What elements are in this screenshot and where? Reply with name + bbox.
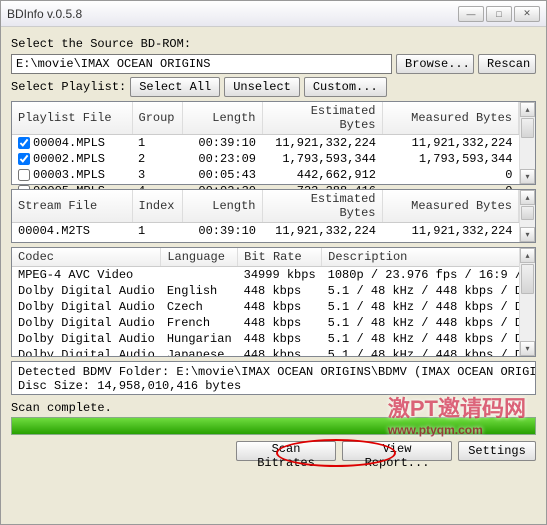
scan-bitrates-button[interactable]: Scan Bitrates (236, 441, 336, 461)
col-length[interactable]: Length (182, 102, 262, 135)
codec-panel: Codec Language Bit Rate Description MPEG… (11, 247, 536, 357)
table-row[interactable]: 00002.MPLS200:23:091,793,593,3441,793,59… (12, 151, 519, 167)
col-lang[interactable]: Language (161, 248, 238, 267)
table-row[interactable]: Dolby Digital AudioEnglish448 kbps5.1 / … (12, 283, 536, 299)
scan-status: Scan complete. (11, 401, 112, 415)
col-meas[interactable]: Measured Bytes (382, 102, 519, 135)
progress-bar (11, 417, 536, 435)
maximize-button[interactable]: □ (486, 6, 512, 22)
col-st-est[interactable]: Estimated Bytes (262, 190, 382, 223)
playlist-checkbox[interactable] (18, 153, 30, 165)
client-area: Select the Source BD-ROM: Browse... Resc… (1, 27, 546, 467)
unselect-button[interactable]: Unselect (224, 77, 300, 97)
stream-panel: Stream File Index Length Estimated Bytes… (11, 189, 536, 243)
close-button[interactable]: ✕ (514, 6, 540, 22)
col-desc[interactable]: Description (322, 248, 536, 267)
codec-table[interactable]: Codec Language Bit Rate Description MPEG… (12, 248, 536, 357)
col-group[interactable]: Group (132, 102, 182, 135)
info-box: Detected BDMV Folder: E:\movie\IMAX OCEA… (11, 361, 536, 395)
stream-scrollbar[interactable]: ▴▾ (519, 190, 535, 242)
playlist-scrollbar[interactable]: ▴▾ (519, 102, 535, 184)
table-row[interactable]: Dolby Digital AudioHungarian448 kbps5.1 … (12, 331, 536, 347)
view-report-button[interactable]: View Report... (342, 441, 452, 461)
col-est[interactable]: Estimated Bytes (262, 102, 382, 135)
playlist-checkbox[interactable] (18, 137, 30, 149)
disc-size: Disc Size: 14,958,010,416 bytes (18, 379, 241, 393)
progress-fill (12, 418, 535, 434)
table-row[interactable]: 00004.M2TS100:39:1011,921,332,22411,921,… (12, 223, 519, 240)
custom-button[interactable]: Custom... (304, 77, 387, 97)
detected-folder: Detected BDMV Folder: E:\movie\IMAX OCEA… (18, 365, 536, 379)
app-window: BDInfo v.0.5.8 — □ ✕ Select the Source B… (0, 0, 547, 525)
table-row[interactable]: 00004.MPLS100:39:1011,921,332,22411,921,… (12, 135, 519, 152)
source-path-input[interactable] (11, 54, 392, 74)
table-row[interactable]: Dolby Digital AudioFrench448 kbps5.1 / 4… (12, 315, 536, 331)
window-title: BDInfo v.0.5.8 (7, 7, 456, 21)
select-playlist-label: Select Playlist: (11, 80, 126, 94)
col-codec[interactable]: Codec (12, 248, 161, 267)
table-row[interactable]: MPEG-4 AVC Video34999 kbps1080p / 23.976… (12, 267, 536, 284)
col-st-meas[interactable]: Measured Bytes (382, 190, 519, 223)
playlist-table[interactable]: Playlist File Group Length Estimated Byt… (12, 102, 519, 199)
col-index[interactable]: Index (132, 190, 182, 223)
col-playlist-file[interactable]: Playlist File (12, 102, 132, 135)
settings-button[interactable]: Settings (458, 441, 536, 461)
col-st-length[interactable]: Length (182, 190, 262, 223)
table-row[interactable]: 00003.MPLS300:05:43442,662,9120 (12, 167, 519, 183)
browse-button[interactable]: Browse... (396, 54, 474, 74)
select-all-button[interactable]: Select All (130, 77, 220, 97)
rescan-button[interactable]: Rescan (478, 54, 536, 74)
stream-table[interactable]: Stream File Index Length Estimated Bytes… (12, 190, 519, 239)
minimize-button[interactable]: — (458, 6, 484, 22)
playlist-checkbox[interactable] (18, 169, 30, 181)
codec-scrollbar[interactable]: ▴▾ (519, 248, 535, 356)
titlebar[interactable]: BDInfo v.0.5.8 — □ ✕ (1, 1, 546, 27)
playlist-panel: Playlist File Group Length Estimated Byt… (11, 101, 536, 185)
col-stream-file[interactable]: Stream File (12, 190, 132, 223)
table-row[interactable]: Dolby Digital AudioJapanese448 kbps5.1 /… (12, 347, 536, 357)
source-label: Select the Source BD-ROM: (11, 37, 536, 51)
table-row[interactable]: Dolby Digital AudioCzech448 kbps5.1 / 48… (12, 299, 536, 315)
col-bitrate[interactable]: Bit Rate (238, 248, 322, 267)
